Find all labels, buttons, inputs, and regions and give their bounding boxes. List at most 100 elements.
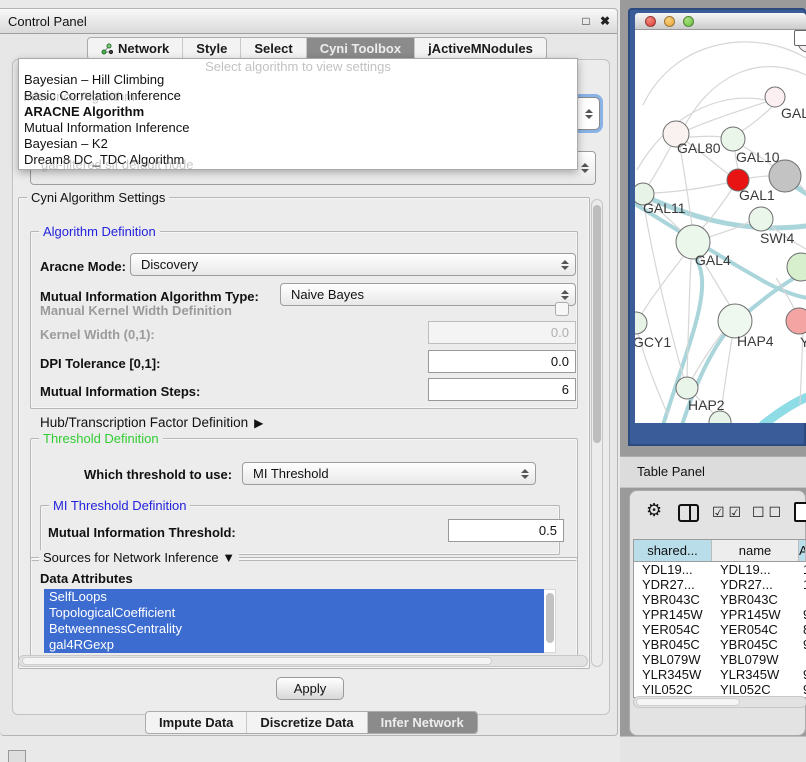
combo-stepper-icon[interactable] (561, 290, 569, 300)
dpi-tolerance-field[interactable]: 0.0 (428, 350, 576, 373)
mac-zoom-icon[interactable] (683, 16, 694, 27)
table-cell[interactable]: YDR27... (634, 577, 712, 592)
table-cell[interactable]: 8. (799, 622, 806, 637)
mi-algorithm-type-combo[interactable]: Naive Bayes (280, 283, 576, 306)
gear-icon[interactable]: ⚙ (646, 500, 662, 521)
mi-steps-field[interactable]: 6 (428, 378, 576, 401)
table-cell[interactable]: YPR145W (634, 607, 712, 622)
combo-stepper-icon[interactable] (585, 109, 593, 119)
table-cell[interactable]: 9. (799, 607, 806, 622)
table-row[interactable]: YER054C YER054C 8. (634, 622, 806, 637)
popup-item-dream8-dc-tdc[interactable]: Dream8 DC_TDC Algorithm (19, 152, 577, 168)
collapse-down-icon[interactable]: ▼ (222, 550, 235, 565)
table-cell[interactable]: YIL052C (634, 682, 712, 697)
table-cell[interactable]: YLR345W (712, 667, 799, 682)
tab-network[interactable]: Network (88, 38, 182, 59)
manual-kernel-width-checkbox[interactable] (555, 302, 569, 316)
list-item-topologicalcoefficient[interactable]: TopologicalCoefficient (44, 605, 544, 621)
column-header-shared-name[interactable]: shared... (634, 540, 712, 561)
table-cell[interactable]: 9. (799, 667, 806, 682)
table-cell[interactable]: YBL079W (712, 652, 799, 667)
tab-infer-network[interactable]: Infer Network (367, 712, 477, 733)
network-node[interactable] (765, 87, 785, 107)
settings-vertical-scrollbar[interactable] (591, 199, 603, 667)
table-row[interactable]: YBR045C YBR045C 9. (634, 637, 806, 652)
table-row[interactable]: YBR043C YBR043C (634, 592, 806, 607)
popup-item-basic-correlation-inference[interactable]: Basic Correlation Inference (19, 88, 577, 104)
apply-button[interactable]: Apply (276, 677, 344, 700)
table-cell[interactable] (799, 592, 806, 607)
network-node[interactable] (635, 312, 647, 334)
tab-select[interactable]: Select (240, 38, 305, 59)
table-cell[interactable]: YBL079W (634, 652, 712, 667)
table-row[interactable]: YIL052C YIL052C 9. (634, 682, 806, 697)
network-node[interactable] (721, 127, 745, 151)
table-cell[interactable]: YLR345W (634, 667, 712, 682)
table-horizontal-scrollbar[interactable] (633, 696, 806, 708)
popup-item-mutual-information-inference[interactable]: Mutual Information Inference (19, 120, 577, 136)
kernel-width-field[interactable]: 0.0 (428, 321, 576, 344)
table-cell[interactable] (799, 652, 806, 667)
combo-stepper-icon[interactable] (521, 469, 529, 479)
tab-jactivemnodules[interactable]: jActiveMNodules (414, 38, 546, 59)
popup-item-bayesian-k2[interactable]: Bayesian – K2 (19, 136, 577, 152)
table-cell[interactable]: YER054C (634, 622, 712, 637)
table-cell[interactable]: YIL052C (712, 682, 799, 697)
network-node[interactable] (787, 253, 806, 281)
popup-item-bayesian-hill-climbing[interactable]: Bayesian – Hill Climbing (19, 72, 577, 88)
table-row[interactable]: YPR145W YPR145W 9. (634, 607, 806, 622)
table-row[interactable]: YDL19... YDL19... 13 (634, 562, 806, 577)
table-cell[interactable]: 9. (799, 682, 806, 697)
table-cell[interactable]: YBR045C (712, 637, 799, 652)
document-icon[interactable] (794, 502, 806, 522)
combo-stepper-icon[interactable] (561, 260, 569, 270)
table-cell[interactable]: 13 (799, 562, 806, 577)
minimized-panel-icon[interactable] (8, 750, 26, 762)
table-horizontal-scrollbar-thumb[interactable] (636, 698, 740, 706)
table-cell[interactable]: 9. (799, 637, 806, 652)
select-all-icon[interactable]: ☑☑ (712, 504, 745, 521)
table-row[interactable]: YDR27... YDR27... 12 (634, 577, 806, 592)
close-window-icon[interactable]: ✖ (597, 13, 613, 29)
table-row[interactable]: YBL079W YBL079W (634, 652, 806, 667)
list-scrollbar-thumb[interactable] (546, 593, 554, 643)
table-cell[interactable]: YBR043C (634, 592, 712, 607)
settings-horizontal-scrollbar-thumb[interactable] (22, 657, 492, 665)
mac-close-icon[interactable] (645, 16, 656, 27)
tab-cyni-toolbox[interactable]: Cyni Toolbox (306, 38, 414, 59)
column-header-name[interactable]: name (712, 540, 799, 561)
table-cell[interactable]: YBR045C (634, 637, 712, 652)
table-cell[interactable]: YER054C (712, 622, 799, 637)
list-item-gal4rgexp[interactable]: gal4RGexp (44, 637, 544, 653)
mac-minimize-icon[interactable] (664, 16, 675, 27)
column-header-partial[interactable]: A (799, 540, 806, 561)
table-cell[interactable]: YDL19... (712, 562, 799, 577)
hub-definition-expander[interactable]: Hub/Transcription Factor Definition▶ (40, 415, 263, 430)
popup-item-aracne-algorithm[interactable]: ARACNE Algorithm (19, 104, 577, 120)
table-row[interactable]: YLR345W YLR345W 9. (634, 667, 806, 682)
birdseye-toggle[interactable] (794, 30, 806, 46)
aracne-mode-combo[interactable]: Discovery (130, 253, 576, 276)
list-item-betweennesscentrality[interactable]: BetweennessCentrality (44, 621, 544, 637)
table-cell[interactable]: 12 (799, 577, 806, 592)
network-canvas[interactable]: GAL GAL80 GAL10 GAL1 GAL11 SWI4 GAL4 GCY… (635, 30, 806, 423)
settings-vertical-scrollbar-thumb[interactable] (593, 205, 601, 443)
tab-impute-data[interactable]: Impute Data (146, 712, 246, 733)
table-cell[interactable]: YPR145W (712, 607, 799, 622)
table-cell[interactable]: YDL19... (634, 562, 712, 577)
float-window-icon[interactable]: □ (578, 13, 594, 29)
combo-stepper-icon[interactable] (581, 163, 589, 173)
network-node[interactable] (749, 207, 773, 231)
mi-threshold-field[interactable]: 0.5 (448, 519, 564, 542)
network-node[interactable] (786, 308, 806, 334)
settings-horizontal-scrollbar[interactable] (18, 655, 588, 667)
table-cell[interactable]: YBR043C (712, 592, 799, 607)
which-threshold-combo[interactable]: MI Threshold (242, 462, 536, 485)
list-item-selfloops[interactable]: SelfLoops (44, 589, 544, 605)
tab-style[interactable]: Style (182, 38, 240, 59)
column-chooser-icon[interactable] (678, 504, 699, 522)
deselect-all-icon[interactable]: ☐☐ (752, 504, 785, 521)
tab-discretize-data[interactable]: Discretize Data (246, 712, 366, 733)
network-node[interactable] (676, 377, 698, 399)
table-cell[interactable]: YDR27... (712, 577, 799, 592)
